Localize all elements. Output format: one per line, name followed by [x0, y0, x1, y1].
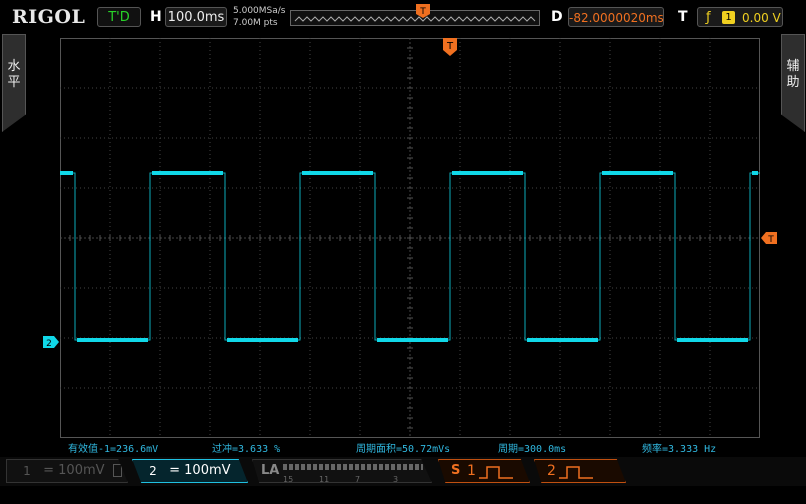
bottom-channel-bar: 1 = 100mV 2 = 100mV LA 15 11 7 3 S 1 2: [0, 457, 806, 486]
trigger-level-value: 0.00 V: [742, 11, 781, 25]
la-label: LA: [261, 463, 280, 478]
memory-depth: 7.00M pts: [233, 18, 278, 28]
memory-overview-bar[interactable]: [290, 10, 540, 26]
trigger-label: T: [678, 9, 688, 25]
delay-value[interactable]: -82.0000020ms: [568, 7, 664, 27]
la-num-15: 15: [283, 475, 294, 484]
bus-2-button[interactable]: 2: [534, 459, 626, 483]
channel-2-scale: = 100mV: [169, 463, 231, 478]
channel-2-number: 2: [149, 463, 157, 478]
top-status-bar: RIGOL T'D H 100.0ms 5.000MSa/s 7.00M pts…: [0, 0, 806, 34]
logic-analyzer-button[interactable]: LA 15 11 7 3: [252, 459, 432, 483]
pulse-icon: [479, 466, 513, 479]
horizontal-label: H: [150, 9, 162, 25]
channel-1-number: 1: [23, 463, 31, 478]
horizontal-menu-tab-char-1: 水: [7, 59, 21, 74]
channel-2-button[interactable]: 2 = 100mV: [132, 459, 248, 483]
channel-2-ref-label: 2: [46, 339, 52, 348]
la-channel-indicators-icon: [283, 464, 423, 470]
measurement-rms[interactable]: 有效值-1=236.6mV: [68, 440, 158, 455]
waveform-display[interactable]: [60, 38, 760, 438]
utility-menu-tab-char-1: 辅: [786, 59, 800, 74]
bus-1-label: S: [451, 463, 461, 478]
la-num-3: 3: [393, 475, 399, 484]
rising-edge-icon: ƒ: [706, 10, 711, 25]
measurement-period-area[interactable]: 周期面积=50.72mVs: [356, 440, 450, 455]
measurement-frequency[interactable]: 频率=3.333 Hz: [642, 440, 716, 455]
trigger-level-marker-label: T: [767, 235, 774, 244]
trigger-settings[interactable]: ƒ 1 0.00 V: [697, 7, 783, 27]
trigger-position-label: T: [446, 41, 454, 52]
horizontal-menu-tab[interactable]: 水 平: [2, 34, 26, 132]
timebase-value[interactable]: 100.0ms: [165, 7, 227, 27]
channel-2-ref-marker-icon[interactable]: 2: [43, 336, 59, 348]
pulse-icon: [559, 466, 593, 479]
la-num-7: 7: [355, 475, 361, 484]
graticule: [60, 38, 760, 438]
utility-menu-tab-char-2: 助: [786, 75, 800, 90]
horizontal-menu-tab-char-2: 平: [7, 75, 21, 90]
sample-rate: 5.000MSa/s: [233, 6, 286, 16]
channel-2-impedance-icon: [137, 486, 146, 499]
utility-menu-tab[interactable]: 辅 助: [781, 34, 805, 132]
trigger-position-marker-icon[interactable]: T: [443, 38, 457, 56]
la-num-11: 11: [319, 475, 330, 484]
bus-1-number: 1: [467, 463, 476, 479]
measurement-overshoot[interactable]: 过冲=3.633 %: [212, 440, 280, 455]
channel-1-impedance-icon: [112, 464, 122, 477]
brand-logo: RIGOL: [12, 6, 86, 28]
channel-1-scale: = 100mV: [43, 463, 105, 478]
memory-trigger-marker-label: T: [419, 7, 426, 17]
bus-2-number: 2: [547, 463, 556, 479]
memory-trigger-marker-icon: T: [416, 4, 430, 18]
trigger-level-marker-icon[interactable]: T: [761, 232, 777, 244]
trigger-source: 1: [722, 11, 735, 24]
measurement-period[interactable]: 周期=300.0ms: [498, 440, 566, 455]
channel-1-button[interactable]: 1 = 100mV: [6, 459, 128, 483]
delay-label: D: [551, 9, 563, 25]
trigger-status[interactable]: T'D: [97, 7, 141, 27]
bus-1-button[interactable]: S 1: [438, 459, 530, 483]
measurement-bar: 有效值-1=236.6mV 过冲=3.633 % 周期面积=50.72mVs 周…: [0, 439, 806, 455]
